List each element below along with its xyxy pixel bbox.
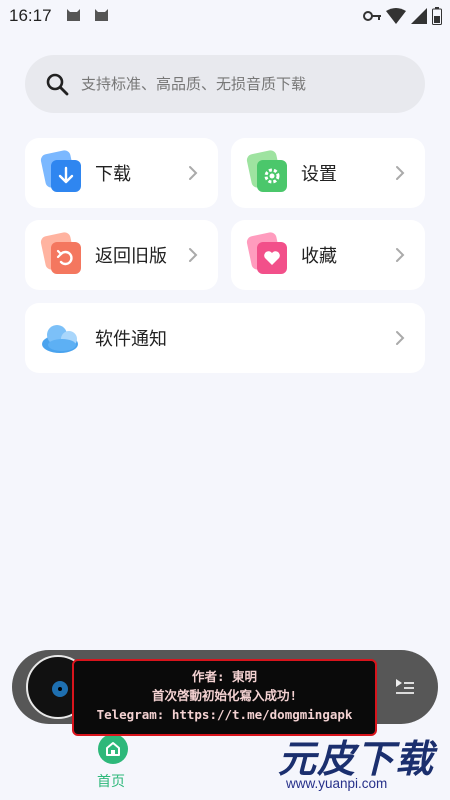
favorites-label: 收藏 <box>301 246 337 267</box>
home-nav-label[interactable]: 首页 <box>97 771 125 791</box>
watermark-title: 元皮下载 <box>278 737 435 781</box>
home-icon <box>106 742 120 756</box>
settings-card[interactable]: 设置 <box>231 138 425 208</box>
heart-icon <box>246 232 287 274</box>
software-notice-label: 软件通知 <box>95 329 167 350</box>
signal-icon <box>411 8 427 24</box>
toast-message: 作者: 東明 首次啓動初始化寫入成功! Telegram: https://t.… <box>72 659 377 736</box>
software-notice-card[interactable]: 软件通知 <box>25 303 425 373</box>
cat-notification-icon <box>95 9 108 21</box>
download-label: 下载 <box>95 164 131 185</box>
wifi-icon <box>386 8 406 24</box>
download-icon <box>40 150 81 192</box>
battery-icon <box>432 7 442 25</box>
back-old-version-label: 返回旧版 <box>95 246 167 267</box>
disc-hole <box>58 687 62 691</box>
chevron-right-icon <box>396 331 405 345</box>
download-card[interactable]: 下载 <box>25 138 218 208</box>
playlist-icon[interactable] <box>394 676 416 698</box>
watermark-url: www.yuanpi.com <box>286 776 388 791</box>
toast-telegram-line: Telegram: https://t.me/domgmingapk <box>96 707 353 722</box>
status-time: 16:17 <box>9 6 52 25</box>
chevron-right-icon <box>189 248 198 262</box>
home-nav-icon[interactable] <box>98 734 128 764</box>
settings-gear-icon <box>246 150 287 192</box>
toast-author-line: 作者: 東明 <box>191 669 258 684</box>
undo-icon <box>40 232 81 274</box>
favorites-card[interactable]: 收藏 <box>231 220 425 290</box>
settings-label: 设置 <box>301 164 337 185</box>
back-old-version-card[interactable]: 返回旧版 <box>25 220 218 290</box>
watermark: 元皮下载 www.yuanpi.com <box>268 726 450 800</box>
chevron-right-icon <box>396 248 405 262</box>
status-bar: 16:17 <box>0 0 450 32</box>
search-bar[interactable]: 支持标准、高品质、无损音质下载 <box>25 55 425 113</box>
search-placeholder: 支持标准、高品质、无损音质下载 <box>81 75 307 93</box>
vpn-key-icon <box>363 11 381 21</box>
toast-success-line: 首次啓動初始化寫入成功! <box>151 688 298 703</box>
chevron-right-icon <box>189 166 198 180</box>
search-icon <box>46 73 69 96</box>
cloud-icon <box>42 325 78 353</box>
cat-notification-icon <box>67 9 80 21</box>
chevron-right-icon <box>396 166 405 180</box>
